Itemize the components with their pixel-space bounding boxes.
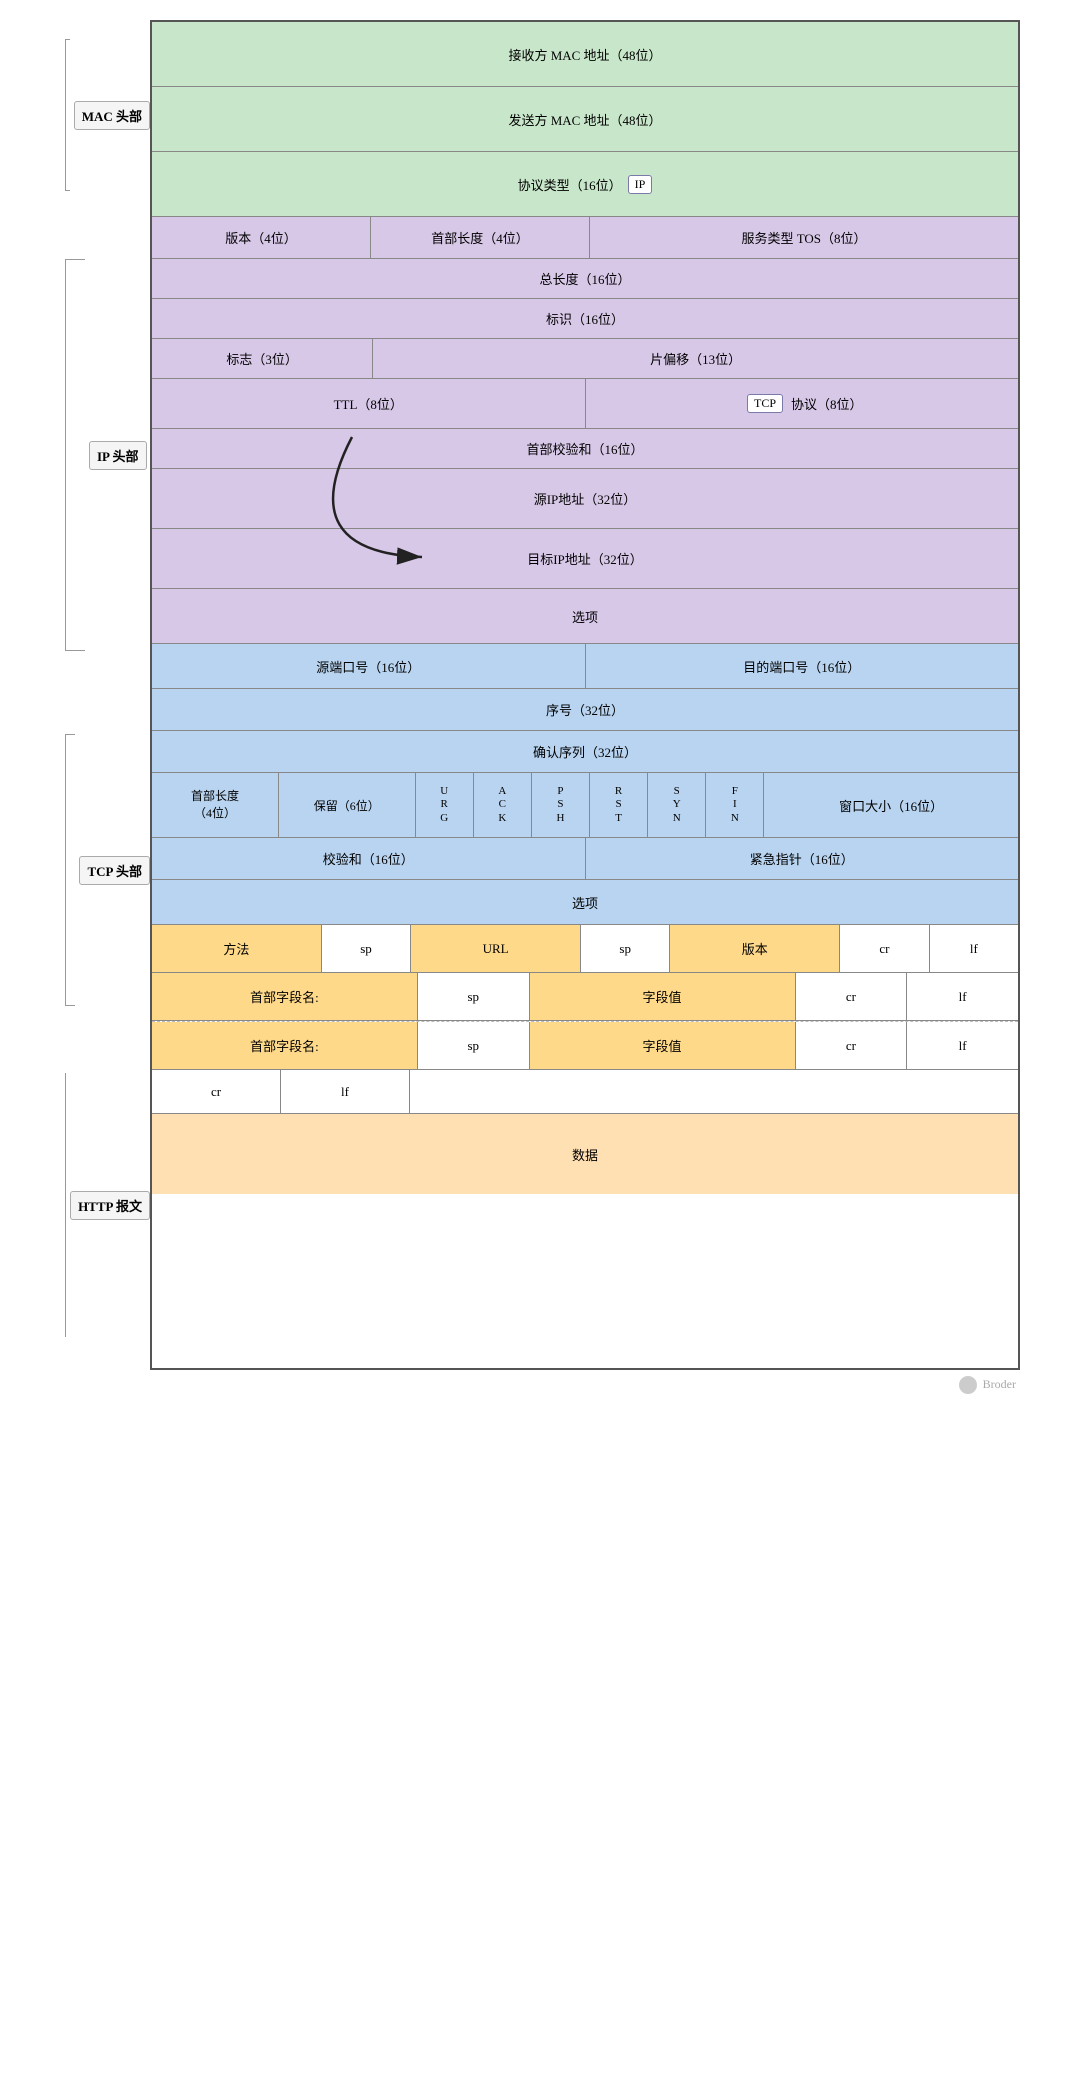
tcp-r4c2: 保留（6位） (279, 773, 416, 837)
tcp-row2: 序号（32位） (152, 689, 1018, 731)
ip-r3-text: 标识（16位） (546, 309, 624, 328)
tcp-label: TCP 头部 (79, 856, 150, 885)
tcp-r5c2: 紧急指针（16位） (586, 838, 1019, 879)
http-r4c2: lf (281, 1070, 410, 1113)
ip-r5c2: 协议（8位） (791, 394, 863, 413)
http-r2c5: lf (907, 973, 1018, 1020)
mac-row3-prefix: 协议类型（16位） (518, 175, 622, 194)
mac-row1-text: 接收方 MAC 地址（48位） (508, 45, 661, 64)
ip-badge: IP (628, 175, 653, 194)
ip-row4: 标志（3位） 片偏移（13位） (152, 339, 1018, 379)
http-label-area: HTTP 报文 (60, 1040, 150, 1370)
watermark: Broder (60, 1376, 1020, 1394)
http-r3c3: 字段值 (530, 1022, 796, 1069)
http-r2c2: sp (418, 973, 530, 1020)
http-r3c4: cr (796, 1022, 908, 1069)
ip-label: IP 头部 (89, 441, 147, 470)
tcp-r4c9: 窗口大小（16位） (764, 773, 1018, 837)
labels-column: MAC 头部 IP 头部 TCP 头部 (60, 20, 150, 1370)
ip-r6-text: 首部校验和（16位） (526, 439, 643, 458)
ip-r5c1: TTL（8位） (152, 379, 586, 428)
http-r1c3: URL (411, 925, 581, 972)
ip-row6: 首部校验和（16位） (152, 429, 1018, 469)
tcp-r5c1: 校验和（16位） (152, 838, 586, 879)
ip-r5-tcp-badge-cell: TCP 协议（8位） (586, 379, 1019, 428)
tcp-r4c7: SYN (648, 773, 706, 837)
tcp-label-area: TCP 头部 (60, 700, 150, 1040)
ip-r1c1: 版本（4位） (152, 217, 371, 258)
watermark-text: Broder (983, 1377, 1016, 1391)
http-r2c1: 首部字段名: (152, 973, 418, 1020)
tcp-badge: TCP (747, 394, 783, 413)
ip-r1c3: 服务类型 TOS（8位） (590, 217, 1018, 258)
ip-row3: 标识（16位） (152, 299, 1018, 339)
http-r4c1: cr (152, 1070, 281, 1113)
tcp-row6: 选项 (152, 880, 1018, 925)
diagram-container: MAC 头部 IP 头部 TCP 头部 (60, 20, 1020, 1394)
http-r1c2: sp (322, 925, 411, 972)
tcp-r4c8: FIN (706, 773, 764, 837)
tcp-row1: 源端口号（16位） 目的端口号（16位） (152, 644, 1018, 689)
ip-row5: TTL（8位） TCP 协议（8位） (152, 379, 1018, 429)
http-r2c3: 字段值 (530, 973, 796, 1020)
ip-row2: 总长度（16位） (152, 259, 1018, 299)
ip-r1c2: 首部长度（4位） (371, 217, 590, 258)
http-r1c6: cr (840, 925, 929, 972)
ip-r7-text: 源IP地址（32位） (534, 489, 637, 508)
ip-row9: 选项 (152, 589, 1018, 644)
http-row4: cr lf (152, 1070, 1018, 1114)
ip-row8: 目标IP地址（32位） (152, 529, 1018, 589)
tcp-r4c3: URG (416, 773, 474, 837)
ip-r8-text: 目标IP地址（32位） (527, 549, 643, 568)
main-diagram: 接收方 MAC 地址（48位） 发送方 MAC 地址（48位） 协议类型（16位… (150, 20, 1020, 1370)
http-r1c4: sp (581, 925, 670, 972)
http-r2c4: cr (796, 973, 908, 1020)
ip-label-area: IP 头部 (60, 210, 150, 700)
tcp-r4c4: ACK (474, 773, 532, 837)
tcp-r1c1: 源端口号（16位） (152, 644, 586, 688)
http-r3c2: sp (418, 1022, 530, 1069)
http-row3: 首部字段名: sp 字段值 cr lf (152, 1022, 1018, 1070)
mac-label-area: MAC 头部 (60, 20, 150, 210)
ip-r4c2: 片偏移（13位） (373, 339, 1018, 378)
mac-row2: 发送方 MAC 地址（48位） (152, 87, 1018, 152)
http-r1c7: lf (930, 925, 1018, 972)
http-r4-empty (410, 1070, 1018, 1113)
http-data-text: 数据 (572, 1145, 598, 1164)
http-label: HTTP 报文 (70, 1191, 150, 1220)
tcp-row3: 确认序列（32位） (152, 731, 1018, 773)
tcp-r4c5: PSH (532, 773, 590, 837)
tcp-r6-text: 选项 (572, 893, 598, 912)
tcp-r2-text: 序号（32位） (546, 700, 624, 719)
http-r3c5: lf (907, 1022, 1018, 1069)
tcp-r1c2: 目的端口号（16位） (586, 644, 1019, 688)
ip-r2-text: 总长度（16位） (539, 269, 630, 288)
http-r3c1: 首部字段名: (152, 1022, 418, 1069)
http-r1c5: 版本 (670, 925, 840, 972)
ip-r4c1: 标志（3位） (152, 339, 373, 378)
http-row1: 方法 sp URL sp 版本 cr lf (152, 925, 1018, 973)
ip-row1: 版本（4位） 首部长度（4位） 服务类型 TOS（8位） (152, 217, 1018, 259)
tcp-r3-text: 确认序列（32位） (533, 742, 637, 761)
ip-row7: 源IP地址（32位） (152, 469, 1018, 529)
tcp-row5: 校验和（16位） 紧急指针（16位） (152, 838, 1018, 880)
http-r1c1: 方法 (152, 925, 322, 972)
http-data-row: 数据 (152, 1114, 1018, 1194)
mac-row3: 协议类型（16位） IP (152, 152, 1018, 217)
mac-row2-text: 发送方 MAC 地址（48位） (508, 110, 661, 129)
mac-row1: 接收方 MAC 地址（48位） (152, 22, 1018, 87)
ip-r9-text: 选项 (572, 607, 598, 626)
tcp-r4c6: RST (590, 773, 648, 837)
tcp-row4: 首部长度 （4位） 保留（6位） URG ACK PSH RST SYN (152, 773, 1018, 838)
mac-label: MAC 头部 (74, 101, 150, 130)
http-row2: 首部字段名: sp 字段值 cr lf (152, 973, 1018, 1021)
tcp-r4c1: 首部长度 （4位） (152, 773, 279, 837)
